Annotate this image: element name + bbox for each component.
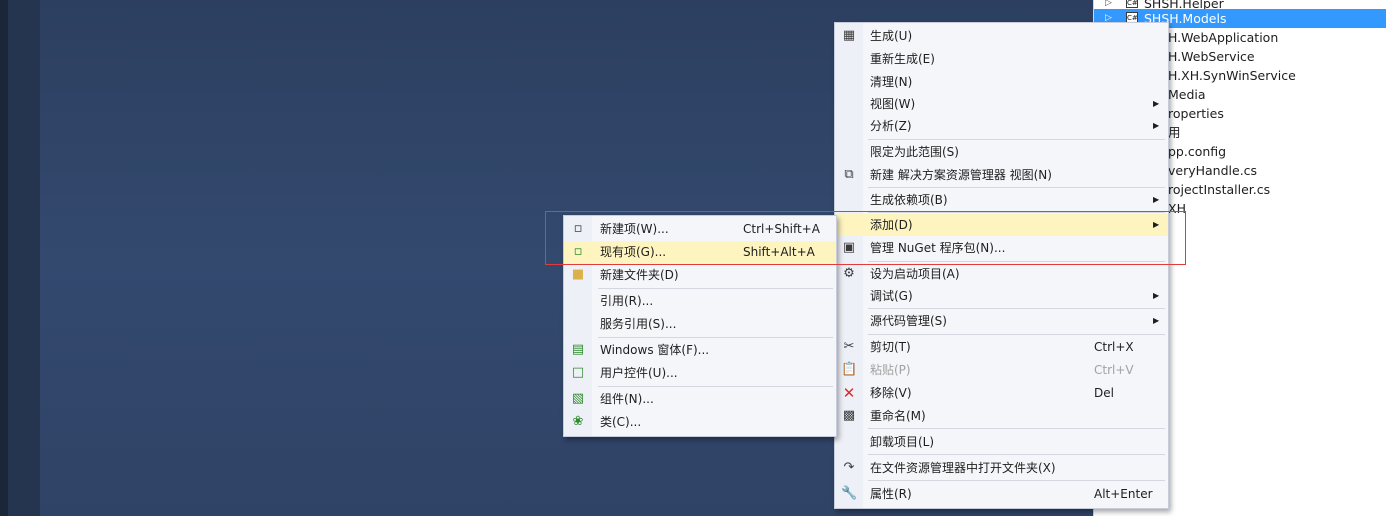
submenu-arrow-icon: ▶ — [1153, 220, 1160, 229]
menu-item-build-dependencies[interactable]: 生成依赖项(B) ▶ — [835, 189, 1168, 211]
menu-separator — [868, 334, 1165, 335]
menu-item-debug[interactable]: 调试(G) ▶ — [835, 285, 1168, 307]
menu-item-properties[interactable]: 🔧 属性(R) Alt+Enter — [835, 483, 1168, 505]
menu-item-add[interactable]: 添加(D) ▶ — [835, 214, 1168, 236]
scissors-icon: ✂ — [843, 339, 855, 354]
menu-item-remove[interactable]: ✕ 移除(V) Del — [835, 382, 1168, 404]
menu-separator — [868, 454, 1165, 455]
submenu-item-component[interactable]: ▧ 组件(N)... — [564, 388, 836, 410]
submenu-item-service-reference[interactable]: 服务引用(S)... — [564, 313, 836, 335]
submenu-arrow-icon: ▶ — [1153, 195, 1160, 204]
submenu-arrow-icon: ▶ — [1153, 99, 1160, 108]
submenu-item-reference[interactable]: 引用(R)... — [564, 290, 836, 312]
submenu-item-class[interactable]: ❀ 类(C)... — [564, 411, 836, 433]
csharp-project-icon: C# — [1126, 0, 1138, 8]
menu-item-view[interactable]: 视图(W) ▶ — [835, 93, 1168, 115]
menu-item-set-startup[interactable]: ⚙ 设为启动项目(A) — [835, 263, 1168, 285]
menu-separator — [598, 386, 833, 387]
component-icon: ▧ — [571, 391, 585, 406]
user-control-icon: □ — [571, 365, 585, 380]
menu-item-scope-to-this[interactable]: 限定为此范围(S) — [835, 141, 1168, 163]
menu-separator — [598, 288, 833, 289]
menu-separator — [868, 428, 1165, 429]
nuget-icon: ▣ — [842, 240, 856, 255]
new-folder-icon: ■ — [571, 267, 585, 282]
paste-icon: 📋 — [841, 362, 858, 377]
menu-item-manage-nuget[interactable]: ▣ 管理 NuGet 程序包(N)... — [835, 237, 1168, 259]
submenu-arrow-icon: ▶ — [1153, 121, 1160, 130]
submenu-item-windows-form[interactable]: ▤ Windows 窗体(F)... — [564, 339, 836, 361]
menu-item-rebuild[interactable]: 重新生成(E) — [835, 48, 1168, 70]
windows-form-icon: ▤ — [571, 342, 585, 357]
gear-icon: ⚙ — [843, 266, 855, 281]
submenu-arrow-icon: ▶ — [1153, 291, 1160, 300]
submenu-item-new-item[interactable]: ▫ 新建项(W)... Ctrl+Shift+A — [564, 218, 836, 240]
window-edge — [0, 0, 8, 516]
submenu-item-user-control[interactable]: □ 用户控件(U)... — [564, 362, 836, 384]
menu-item-source-control[interactable]: 源代码管理(S) ▶ — [835, 310, 1168, 332]
new-item-icon: ▫ — [573, 221, 583, 236]
remove-icon: ✕ — [842, 384, 856, 402]
new-view-icon: ⧉ — [844, 167, 854, 182]
menu-separator — [598, 337, 833, 338]
menu-separator — [868, 139, 1165, 140]
menu-item-unload-project[interactable]: 卸载项目(L) — [835, 431, 1168, 453]
menu-item-build[interactable]: ▦ 生成(U) — [835, 25, 1168, 47]
menu-separator — [868, 212, 1165, 213]
toolbox-rail — [8, 0, 40, 516]
submenu-item-existing-item[interactable]: ▫ 现有项(G)... Shift+Alt+A — [564, 241, 836, 263]
menu-separator — [868, 480, 1165, 481]
menu-item-cut[interactable]: ✂ 剪切(T) Ctrl+X — [835, 336, 1168, 358]
submenu-item-new-folder[interactable]: ■ 新建文件夹(D) — [564, 264, 836, 286]
submenu-arrow-icon: ▶ — [1153, 316, 1160, 325]
menu-item-open-in-explorer[interactable]: ↷ 在文件资源管理器中打开文件夹(X) — [835, 457, 1168, 479]
menu-item-clean[interactable]: 清理(N) — [835, 71, 1168, 93]
wrench-icon: 🔧 — [841, 486, 858, 501]
menu-item-analyze[interactable]: 分析(Z) ▶ — [835, 115, 1168, 137]
menu-item-new-solution-view[interactable]: ⧉ 新建 解决方案资源管理器 视图(N) — [835, 164, 1168, 186]
class-icon: ❀ — [572, 414, 584, 429]
menu-separator — [868, 308, 1165, 309]
add-submenu: ▫ 新建项(W)... Ctrl+Shift+A ▫ 现有项(G)... Shi… — [563, 215, 837, 437]
project-context-menu: ▦ 生成(U) 重新生成(E) 清理(N) 视图(W) ▶ 分析(Z) ▶ 限定… — [834, 22, 1169, 509]
menu-item-paste[interactable]: 📋 粘贴(P) Ctrl+V — [835, 359, 1168, 381]
menu-separator — [868, 187, 1165, 188]
existing-item-icon: ▫ — [573, 244, 583, 259]
open-folder-arrow-icon: ↷ — [843, 460, 855, 475]
build-icon: ▦ — [842, 28, 856, 43]
menu-separator — [868, 261, 1165, 262]
rename-icon: ▩ — [842, 408, 856, 423]
menu-item-rename[interactable]: ▩ 重命名(M) — [835, 405, 1168, 427]
